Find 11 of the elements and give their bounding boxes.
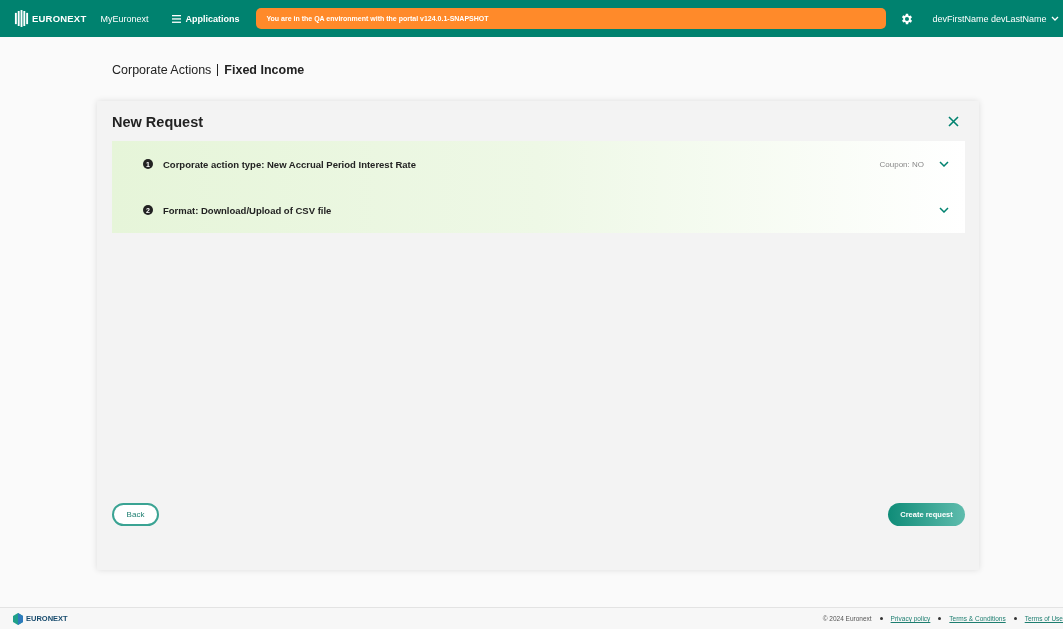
step-summary: Coupon: NO xyxy=(879,159,924,169)
brand-name: EURONEXT xyxy=(32,13,87,24)
back-button[interactable]: Back xyxy=(112,503,159,526)
user-menu[interactable]: devFirstName devLastName xyxy=(932,13,1060,24)
step-label[interactable]: Format: Download/Upload of CSV file xyxy=(163,204,939,216)
dialog-title: New Request xyxy=(112,114,204,130)
portal-link[interactable]: MyEuronext xyxy=(100,13,149,24)
breadcrumb-section[interactable]: Corporate Actions xyxy=(112,63,212,77)
breadcrumb-page: Fixed Income xyxy=(224,63,305,77)
step-label[interactable]: Corporate action type: New Accrual Period Interest Rate xyxy=(163,158,880,170)
applications-menu[interactable]: Applications xyxy=(172,13,240,24)
